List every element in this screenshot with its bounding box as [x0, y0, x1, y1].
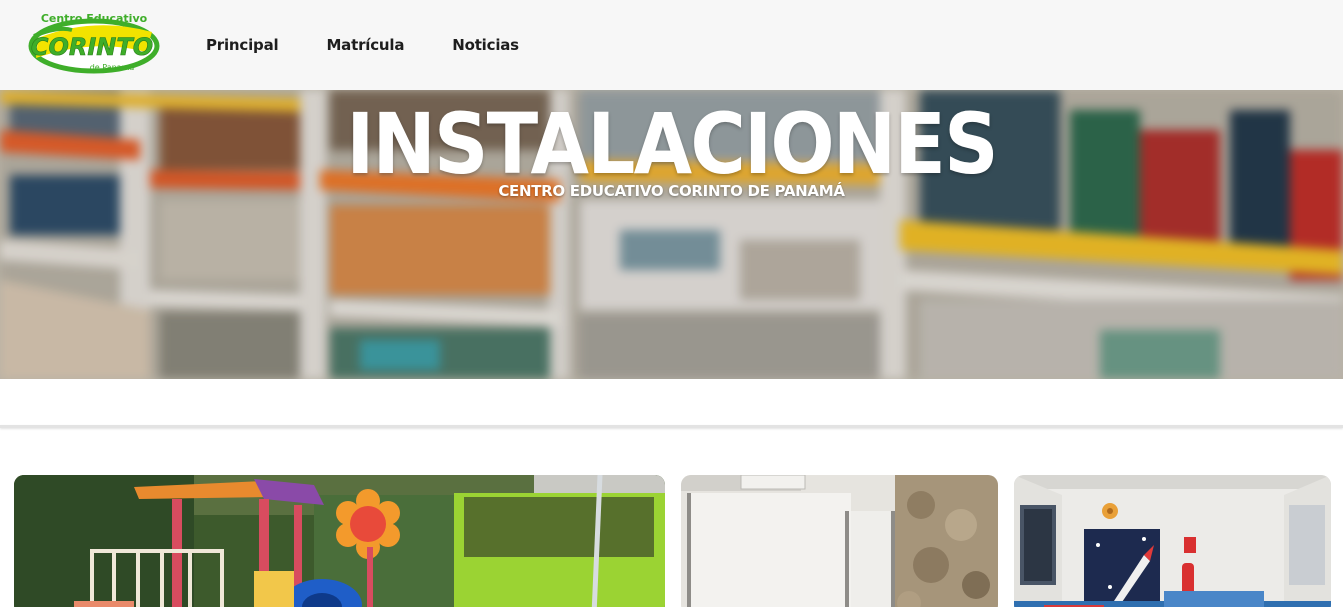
- gallery-card-hallway[interactable]: [1014, 475, 1331, 607]
- hero-banner: INSTALACIONES CENTRO EDUCATIVO CORINTO D…: [0, 90, 1343, 379]
- nav-matricula[interactable]: Matrícula: [326, 36, 404, 54]
- main-nav: Principal Matrícula Noticias: [206, 0, 567, 90]
- svg-text:de Panamá: de Panamá: [90, 63, 135, 72]
- section-divider: [0, 425, 1343, 428]
- gallery-card-playground[interactable]: [14, 475, 665, 607]
- nav-noticias[interactable]: Noticias: [452, 36, 519, 54]
- nav-principal[interactable]: Principal: [206, 36, 279, 54]
- page-title: INSTALACIONES: [346, 95, 998, 193]
- gallery-card-classroom[interactable]: [681, 475, 998, 607]
- playground-photo: [14, 475, 665, 607]
- corinto-logo-icon: Centro Educativo CORINTO de Panamá: [28, 12, 160, 74]
- svg-text:Centro Educativo: Centro Educativo: [41, 12, 148, 25]
- site-header: Centro Educativo CORINTO de Panamá Princ…: [0, 0, 1343, 90]
- svg-text:CORINTO: CORINTO: [31, 33, 153, 61]
- hallway-photo: [1014, 475, 1331, 607]
- classroom-photo: [681, 475, 998, 607]
- page-subtitle: CENTRO EDUCATIVO CORINTO DE PANAMÁ: [498, 182, 845, 200]
- site-logo[interactable]: Centro Educativo CORINTO de Panamá: [28, 8, 160, 74]
